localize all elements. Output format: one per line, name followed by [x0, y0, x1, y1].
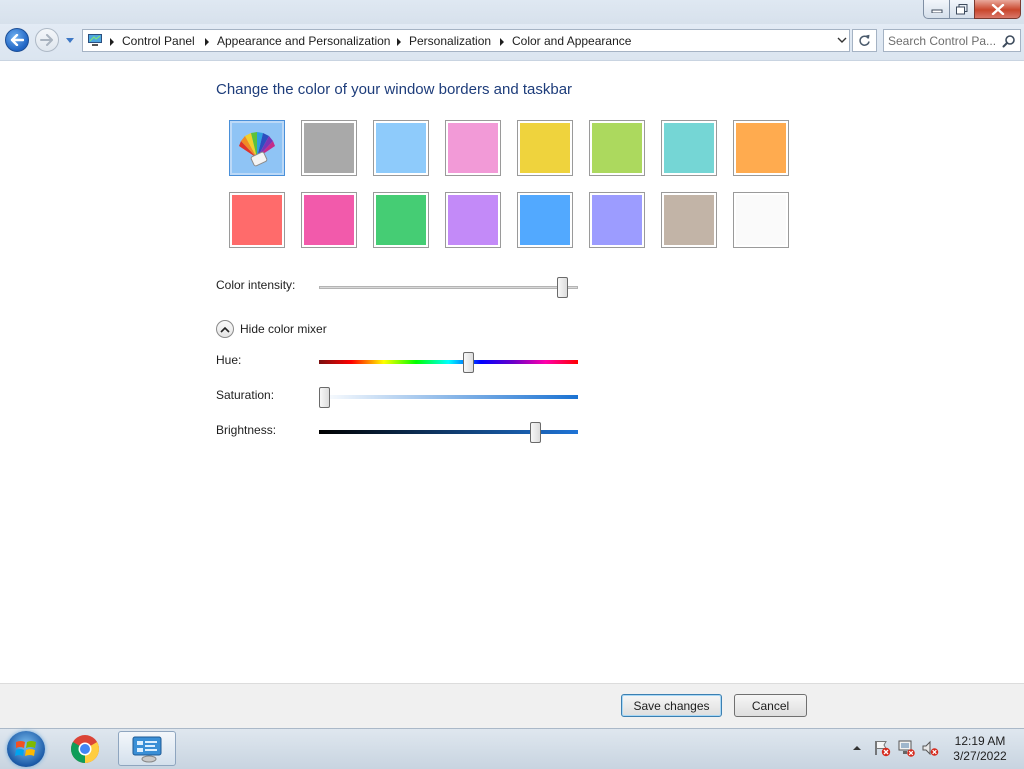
swatch-frost[interactable] — [733, 192, 789, 248]
breadcrumb-control-panel[interactable]: Control Panel — [122, 34, 195, 48]
swatch-sky-blue[interactable] — [517, 192, 573, 248]
window-title-bar — [0, 0, 1024, 24]
swatch-fill — [376, 195, 426, 245]
chevron-up-icon — [216, 320, 234, 338]
network-tray[interactable] — [896, 728, 916, 768]
taskbar-chrome[interactable] — [56, 731, 114, 766]
swatch-fill — [592, 123, 642, 173]
control-panel-icon — [132, 736, 162, 762]
breadcrumb-separator-icon[interactable] — [397, 38, 401, 46]
action-center-tray[interactable] — [872, 728, 892, 768]
brightness-label: Brightness: — [216, 423, 277, 437]
swatch-sky[interactable] — [373, 120, 429, 176]
swatch-fuchsia[interactable] — [301, 192, 357, 248]
refresh-button[interactable] — [852, 29, 877, 52]
address-history-dropdown[interactable] — [835, 30, 849, 51]
swatch-fill — [304, 123, 354, 173]
search-icon[interactable] — [1002, 34, 1016, 48]
close-icon — [991, 3, 1004, 15]
swatch-fill — [736, 195, 786, 245]
breadcrumb-separator-icon — [110, 38, 114, 46]
swatch-sun[interactable] — [517, 120, 573, 176]
swatch-fill — [592, 195, 642, 245]
color-intensity-label: Color intensity: — [216, 278, 296, 292]
show-hidden-icons-button[interactable] — [850, 728, 864, 768]
saturation-thumb[interactable] — [319, 387, 330, 408]
swatch-twilight-pink[interactable] — [445, 120, 501, 176]
swatch-fill — [448, 123, 498, 173]
breadcrumb-color-and-appearance[interactable]: Color and Appearance — [512, 34, 631, 48]
breadcrumb-separator-icon[interactable] — [500, 38, 504, 46]
color-intensity-track[interactable] — [319, 286, 578, 289]
back-button[interactable] — [5, 28, 29, 52]
start-button[interactable] — [7, 731, 45, 767]
swatch-chocolate[interactable] — [661, 192, 717, 248]
swatch-leaf[interactable] — [589, 120, 645, 176]
volume-tray[interactable] — [920, 728, 940, 768]
swatch-fill — [664, 195, 714, 245]
cancel-button[interactable]: Cancel — [734, 694, 807, 717]
control-panel-icon — [88, 34, 102, 46]
start-orb-icon — [15, 741, 36, 756]
volume-muted-icon — [922, 740, 939, 756]
swatch-sea-foam[interactable] — [661, 120, 717, 176]
swatch-fill — [376, 123, 426, 173]
refresh-icon — [859, 34, 870, 46]
hide-color-mixer-label: Hide color mixer — [240, 322, 327, 336]
minimize-button[interactable] — [923, 0, 950, 19]
brightness-thumb[interactable] — [529, 422, 541, 443]
hue-thumb[interactable] — [462, 352, 474, 373]
dialog-button-bar — [0, 683, 1024, 729]
arrow-left-icon — [10, 34, 24, 46]
hue-label: Hue: — [216, 353, 242, 367]
swatch-fill — [664, 123, 714, 173]
show-hidden-icons-icon — [853, 746, 861, 750]
swatch-custom[interactable] — [229, 120, 285, 176]
page-title: Change the color of your window borders … — [216, 81, 573, 98]
clock-date: 3/27/2022 — [953, 749, 1007, 763]
saturation-track[interactable] — [319, 395, 578, 399]
swatch-lime[interactable] — [373, 192, 429, 248]
system-clock[interactable]: 12:19 AM 3/27/2022 — [946, 734, 1014, 764]
clock-time: 12:19 AM — [954, 734, 1006, 748]
swatch-fill — [232, 195, 282, 245]
breadcrumb-personalization[interactable]: Personalization — [409, 34, 491, 48]
color-intensity-thumb[interactable] — [557, 277, 569, 298]
search-input[interactable] — [888, 32, 998, 49]
swatch-fill — [520, 195, 570, 245]
swatch-fill — [736, 123, 786, 173]
swatch-fill — [448, 195, 498, 245]
saturation-label: Saturation: — [216, 388, 275, 402]
breadcrumb-separator-icon[interactable] — [205, 38, 209, 46]
close-button[interactable] — [974, 0, 1021, 19]
swatch-slate[interactable] — [301, 120, 357, 176]
swatch-fill — [304, 195, 354, 245]
forward-button[interactable] — [35, 28, 59, 52]
swatch-violet[interactable] — [589, 192, 645, 248]
minimize-icon — [931, 9, 942, 13]
color-palette-icon — [239, 132, 275, 167]
swatch-lavender[interactable] — [445, 192, 501, 248]
chrome-icon — [71, 734, 99, 763]
arrow-right-icon — [40, 34, 53, 46]
taskbar-control-panel[interactable] — [118, 731, 176, 766]
swatch-fill — [232, 123, 282, 173]
recent-pages-dropdown[interactable] — [66, 38, 74, 43]
address-bar[interactable]: Control Panel Appearance and Personaliza… — [82, 29, 850, 52]
chevron-down-icon — [837, 37, 847, 43]
breadcrumb-appearance-and-personalization[interactable]: Appearance and Personalization — [217, 34, 390, 48]
hue-track[interactable] — [319, 360, 578, 364]
network-icon — [898, 740, 915, 757]
swatch-pumpkin[interactable] — [733, 120, 789, 176]
swatch-fill — [520, 123, 570, 173]
search-box[interactable] — [883, 29, 1021, 52]
action-center-flag-icon — [875, 741, 891, 757]
restore-icon — [956, 3, 968, 14]
swatch-blush[interactable] — [229, 192, 285, 248]
save-changes-button[interactable]: Save changes — [621, 694, 722, 717]
restore-button[interactable] — [949, 0, 975, 19]
